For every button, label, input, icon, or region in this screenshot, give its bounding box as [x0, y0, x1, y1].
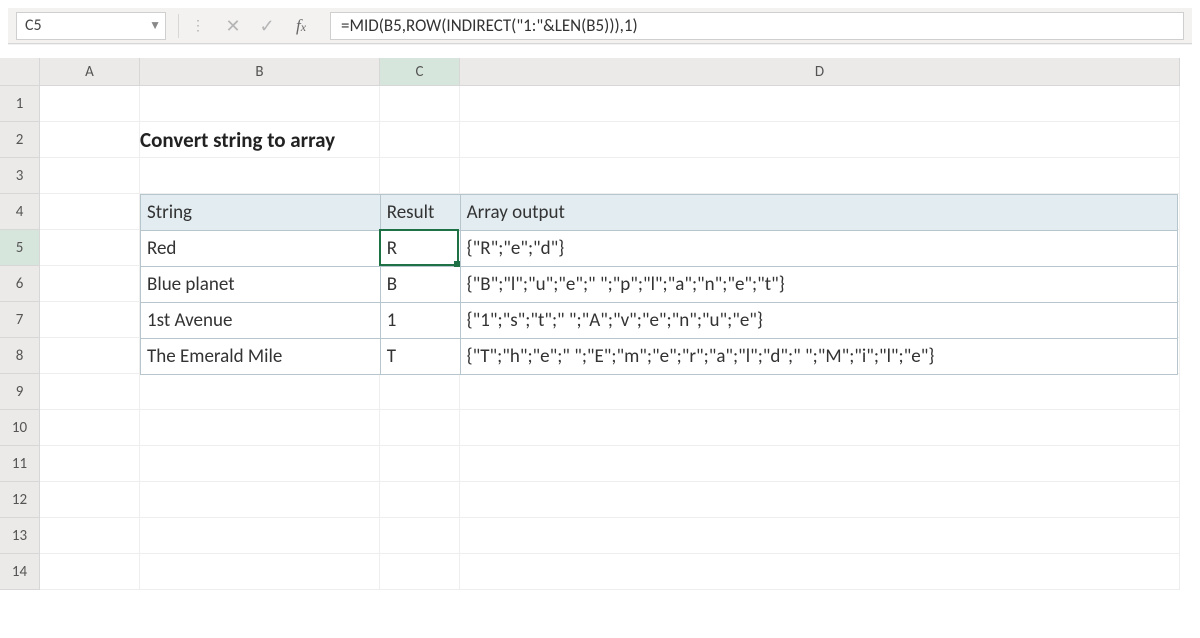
- cell-output[interactable]: {"1";"s";"t";" ";"A";"v";"e";"n";"u";"e"…: [460, 303, 1177, 339]
- formula-bar: C5 ▼ ⋮ ✕ ✓ fx =MID(B5,ROW(INDIRECT("1:"&…: [8, 8, 1192, 44]
- cell-output[interactable]: {"B";"l";"u";"e";" ";"p";"l";"a";"n";"e"…: [460, 267, 1177, 303]
- table-header-row: String Result Array output: [141, 195, 1178, 231]
- header-result[interactable]: Result: [380, 195, 460, 231]
- column-header[interactable]: B: [140, 58, 380, 86]
- cell-output[interactable]: {"T";"h";"e";" ";"E";"m";"e";"r";"a";"l"…: [460, 339, 1177, 375]
- table-row: The Emerald Mile T {"T";"h";"e";" ";"E";…: [141, 339, 1178, 375]
- header-string[interactable]: String: [141, 195, 381, 231]
- name-box-value: C5: [25, 16, 42, 35]
- column-headers: A B C D: [40, 58, 1200, 86]
- row-header[interactable]: 9: [0, 374, 40, 410]
- fx-icon[interactable]: fx: [284, 16, 318, 36]
- row-headers: 1 2 3 4 5 6 7 8 9 10 11 12 13 14: [0, 58, 40, 590]
- cell-result[interactable]: T: [380, 339, 460, 375]
- table-row: Blue planet B {"B";"l";"u";"e";" ";"p";"…: [141, 267, 1178, 303]
- formula-text: =MID(B5,ROW(INDIRECT("1:"&LEN(B5))),1): [341, 15, 638, 36]
- cell-result[interactable]: R: [380, 231, 460, 267]
- row-header[interactable]: 5: [0, 230, 40, 266]
- column-header[interactable]: D: [460, 58, 1180, 86]
- cancel-icon[interactable]: ✕: [216, 15, 250, 37]
- drag-handle-icon: ⋮: [191, 17, 206, 34]
- cell-result[interactable]: 1: [380, 303, 460, 339]
- spreadsheet: 1 2 3 4 5 6 7 8 9 10 11 12 13 14 A B C D: [0, 58, 1200, 590]
- cell-output[interactable]: {"R";"e";"d"}: [460, 231, 1177, 267]
- row-header[interactable]: 14: [0, 554, 40, 590]
- row-header[interactable]: 2: [0, 122, 40, 158]
- grid-body[interactable]: Convert string to array String Result Ar…: [40, 86, 1200, 590]
- header-output[interactable]: Array output: [460, 195, 1177, 231]
- row-header[interactable]: 3: [0, 158, 40, 194]
- grid: A B C D Convert string to array: [40, 58, 1200, 590]
- row-header[interactable]: 7: [0, 302, 40, 338]
- column-header[interactable]: C: [380, 58, 460, 86]
- row-header[interactable]: 11: [0, 446, 40, 482]
- divider: [178, 14, 179, 38]
- select-all-corner[interactable]: [0, 58, 40, 86]
- table-row: Red R {"R";"e";"d"}: [141, 231, 1178, 267]
- name-box-dropdown-icon[interactable]: ▼: [149, 18, 161, 33]
- row-header[interactable]: 8: [0, 338, 40, 374]
- cell-string[interactable]: Red: [141, 231, 381, 267]
- page-title: Convert string to array: [140, 122, 335, 158]
- row-header[interactable]: 10: [0, 410, 40, 446]
- cell-string[interactable]: The Emerald Mile: [141, 339, 381, 375]
- formula-input[interactable]: =MID(B5,ROW(INDIRECT("1:"&LEN(B5))),1): [330, 12, 1184, 40]
- cell-string[interactable]: Blue planet: [141, 267, 381, 303]
- cell-result[interactable]: B: [380, 267, 460, 303]
- row-header[interactable]: 4: [0, 194, 40, 230]
- data-table: String Result Array output Red R {"R";"e…: [140, 194, 1178, 375]
- table-row: 1st Avenue 1 {"1";"s";"t";" ";"A";"v";"e…: [141, 303, 1178, 339]
- row-header[interactable]: 13: [0, 518, 40, 554]
- row-header[interactable]: 12: [0, 482, 40, 518]
- row-header[interactable]: 1: [0, 86, 40, 122]
- column-header[interactable]: A: [40, 58, 140, 86]
- enter-icon[interactable]: ✓: [250, 15, 284, 37]
- name-box[interactable]: C5 ▼: [16, 12, 166, 40]
- row-header[interactable]: 6: [0, 266, 40, 302]
- cell-string[interactable]: 1st Avenue: [141, 303, 381, 339]
